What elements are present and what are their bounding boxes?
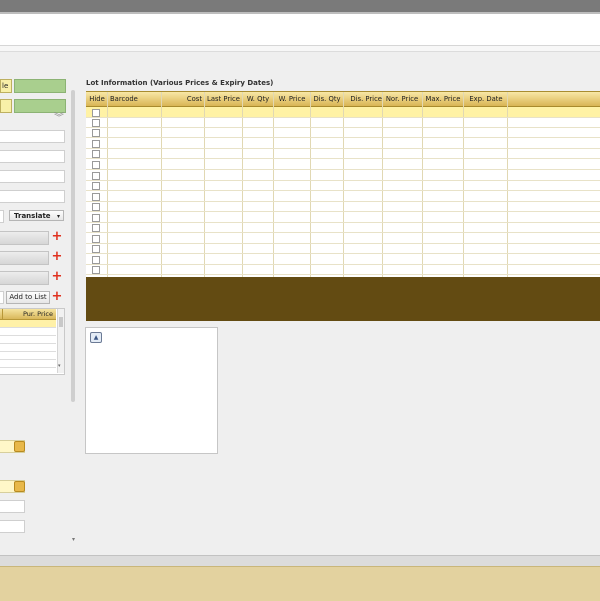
lookup-row-1[interactable] xyxy=(0,231,49,245)
mini-table-scrollbar[interactable]: ▾ xyxy=(57,309,64,373)
hide-checkbox[interactable] xyxy=(92,140,100,148)
yellow-action-button-label: le xyxy=(2,82,9,90)
column-header-hide[interactable]: Hide xyxy=(88,92,106,106)
translate-label: Translate xyxy=(14,212,51,220)
lot-information-grid: Hide Barcode Cost Last Price W. Qty W. P… xyxy=(86,91,600,278)
text-field-6[interactable] xyxy=(0,520,25,533)
toolbar-area xyxy=(0,14,600,46)
grid-footer-panel xyxy=(86,277,600,321)
scroll-down-icon[interactable]: ▾ xyxy=(58,363,61,369)
add-icon-4[interactable]: + xyxy=(50,290,64,304)
panel-splitter-scrollbar[interactable] xyxy=(71,90,75,402)
item-image-box[interactable]: ▲ xyxy=(85,327,218,454)
translate-dropdown[interactable]: Translate ▾ xyxy=(9,210,64,221)
column-header-max-price[interactable]: Max. Price xyxy=(423,92,463,106)
table-row[interactable] xyxy=(0,336,56,344)
column-header-cost[interactable]: Cost xyxy=(162,92,204,106)
lookup-row-2[interactable] xyxy=(0,251,49,265)
dropdown-arrow-icon: ▾ xyxy=(56,213,60,220)
table-row[interactable] xyxy=(0,328,56,336)
list-input[interactable] xyxy=(0,291,4,304)
column-header-exp-date[interactable]: Exp. Date xyxy=(464,92,508,106)
column-header-w-qty[interactable]: W. Qty xyxy=(243,92,273,106)
hide-checkbox[interactable] xyxy=(92,150,100,158)
hide-checkbox[interactable] xyxy=(92,214,100,222)
table-row[interactable] xyxy=(0,320,56,328)
column-header-w-price[interactable]: W. Price xyxy=(274,92,310,106)
text-field-1[interactable] xyxy=(0,130,65,143)
image-placeholder-icon: ▲ xyxy=(90,332,102,343)
window-title-bar xyxy=(0,0,600,12)
green-action-button-2[interactable] xyxy=(14,99,66,113)
mini-table-header: Pur. Price xyxy=(0,309,56,320)
status-separator xyxy=(0,555,600,566)
toolbar-separator xyxy=(0,46,600,52)
hide-checkbox[interactable] xyxy=(92,161,100,169)
lock-icon-2[interactable] xyxy=(14,481,25,492)
hide-checkbox[interactable] xyxy=(92,172,100,180)
yellow-action-button[interactable]: le xyxy=(0,79,12,93)
double-chevron-down-icon[interactable]: ︾ xyxy=(54,114,64,124)
column-header-dis-price[interactable]: Dis. Price xyxy=(344,92,382,106)
lock-icon-1[interactable] xyxy=(14,441,25,452)
small-input[interactable] xyxy=(0,210,4,223)
add-icon-3[interactable]: + xyxy=(50,270,64,284)
column-header-nor-price[interactable]: Nor. Price xyxy=(383,92,421,106)
hide-checkbox[interactable] xyxy=(92,193,100,201)
column-header-barcode[interactable]: Barcode xyxy=(110,92,150,106)
text-field-5[interactable] xyxy=(0,500,25,513)
table-row[interactable] xyxy=(0,360,56,368)
yellow-action-button-2[interactable] xyxy=(0,99,12,113)
text-field-3[interactable] xyxy=(0,170,65,183)
hide-checkbox[interactable] xyxy=(92,129,100,137)
purchase-price-table: Pur. Price ▾ xyxy=(0,308,65,375)
hide-checkbox[interactable] xyxy=(92,235,100,243)
lot-information-title: Lot Information (Various Prices & Expiry… xyxy=(86,79,274,87)
hide-checkbox[interactable] xyxy=(92,182,100,190)
add-to-list-button[interactable]: Add to List xyxy=(6,291,50,304)
hide-checkbox[interactable] xyxy=(92,109,100,117)
pur-price-header: Pur. Price xyxy=(23,310,53,318)
hide-checkbox[interactable] xyxy=(92,119,100,127)
add-icon-1[interactable]: + xyxy=(50,230,64,244)
table-row[interactable] xyxy=(0,344,56,352)
column-header-last-price[interactable]: Last Price xyxy=(205,92,242,106)
hide-checkbox[interactable] xyxy=(92,245,100,253)
hide-checkbox[interactable] xyxy=(92,266,100,274)
text-field-4[interactable] xyxy=(0,190,65,203)
green-action-button-1[interactable] xyxy=(14,79,66,93)
lookup-row-3[interactable] xyxy=(0,271,49,285)
scroll-thumb[interactable] xyxy=(59,317,63,327)
hide-checkbox[interactable] xyxy=(92,256,100,264)
hide-checkbox[interactable] xyxy=(92,203,100,211)
text-field-2[interactable] xyxy=(0,150,65,163)
column-header-dis-qty[interactable]: Dis. Qty xyxy=(311,92,343,106)
left-form-panel: le ︾ Translate ▾ + + + Add to List + Pur… xyxy=(0,72,68,542)
add-icon-2[interactable]: + xyxy=(50,250,64,264)
hide-checkbox[interactable] xyxy=(92,224,100,232)
table-row[interactable] xyxy=(0,352,56,360)
footer-bar xyxy=(0,566,600,601)
add-to-list-label: Add to List xyxy=(9,293,47,301)
scroll-down-arrow-icon[interactable]: ▾ xyxy=(72,536,75,543)
